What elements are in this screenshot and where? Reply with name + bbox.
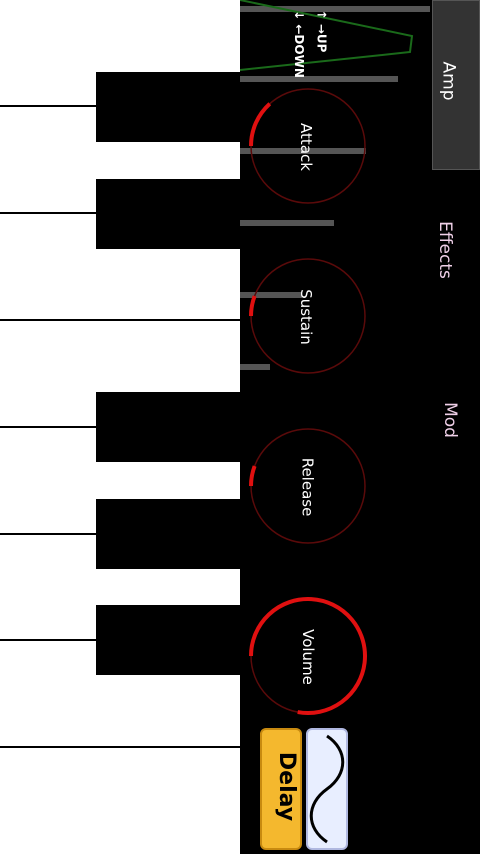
- tab-effects[interactable]: Effects: [432, 170, 480, 340]
- up-hint: ↑ →UP: [314, 9, 329, 53]
- volume-knob[interactable]: Volume: [248, 596, 368, 716]
- white-key-divider: [0, 319, 240, 321]
- volume-knob-label: Volume: [298, 629, 317, 685]
- knob-value-arc: [249, 102, 272, 147]
- release-knob-label: Release: [298, 457, 317, 517]
- black-key[interactable]: [96, 72, 240, 142]
- black-key[interactable]: [96, 499, 240, 569]
- tab-amp-label: Amp: [438, 61, 459, 101]
- delay-button[interactable]: Delay: [260, 728, 302, 850]
- tab-amp[interactable]: Amp: [432, 0, 480, 170]
- white-key-divider: [0, 746, 240, 748]
- sustain-knob[interactable]: Sustain: [248, 256, 368, 376]
- envelope-graph[interactable]: [240, 0, 430, 80]
- tab-mod-label: Mod: [439, 402, 460, 438]
- down-hint: ↓ ←DOWN: [291, 10, 306, 78]
- synth-panel: ↑ →UP ↓ ←DOWN Attack Sustain Release Vol…: [240, 0, 480, 854]
- attack-knob-label: Attack: [296, 123, 315, 171]
- waveform-button[interactable]: [306, 728, 348, 850]
- delay-button-label: Delay: [274, 751, 300, 822]
- tab-effects-label: Effects: [434, 221, 455, 279]
- black-key[interactable]: [96, 605, 240, 675]
- black-key[interactable]: [96, 392, 240, 462]
- tab-mod[interactable]: Mod: [432, 340, 480, 510]
- knob-value-arc: [249, 465, 257, 487]
- sustain-knob-label: Sustain: [296, 289, 315, 345]
- release-knob[interactable]: Release: [248, 426, 368, 546]
- sine-wave-icon: [309, 734, 345, 844]
- piano-keyboard[interactable]: [0, 0, 240, 854]
- attack-knob[interactable]: Attack: [248, 86, 368, 206]
- black-key[interactable]: [96, 179, 240, 249]
- level-bar: [240, 220, 334, 226]
- knob-value-arc: [249, 295, 257, 317]
